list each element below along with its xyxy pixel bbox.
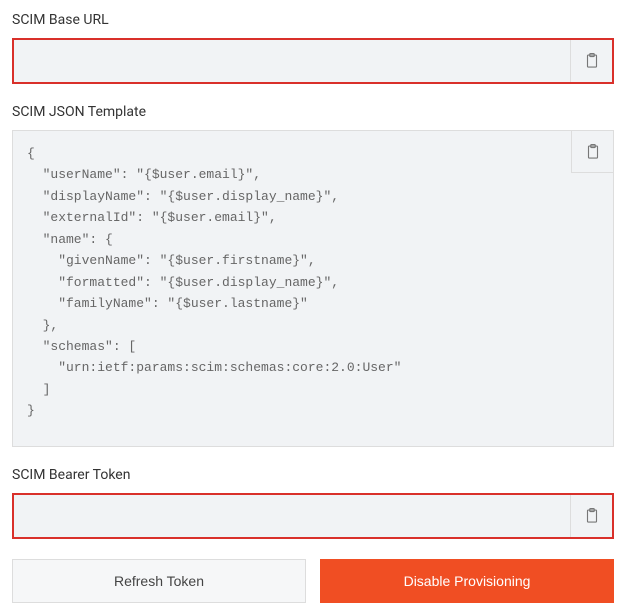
scim-bearer-token-input[interactable]: [14, 495, 570, 537]
copy-base-url-button[interactable]: [570, 40, 612, 82]
action-button-row: Refresh Token Disable Provisioning: [12, 559, 614, 603]
clipboard-icon: [583, 507, 601, 525]
scim-json-template-label: SCIM JSON Template: [12, 104, 614, 120]
scim-json-template-box: { "userName": "{$user.email}", "displayN…: [12, 130, 614, 447]
scim-json-template-group: SCIM JSON Template { "userName": "{$user…: [12, 104, 614, 447]
scim-bearer-token-label: SCIM Bearer Token: [12, 467, 614, 483]
horizontal-scrollbar[interactable]: [19, 430, 607, 442]
copy-json-template-button[interactable]: [571, 131, 613, 173]
scim-bearer-token-input-wrap: [12, 493, 614, 539]
clipboard-icon: [584, 143, 602, 161]
scim-bearer-token-group: SCIM Bearer Token: [12, 467, 614, 539]
refresh-token-button[interactable]: Refresh Token: [12, 559, 306, 603]
clipboard-icon: [583, 52, 601, 70]
scim-base-url-input-wrap: [12, 38, 614, 84]
scim-json-template-content[interactable]: { "userName": "{$user.email}", "displayN…: [13, 131, 613, 430]
scim-base-url-group: SCIM Base URL: [12, 12, 614, 84]
scim-base-url-input[interactable]: [14, 40, 570, 82]
copy-bearer-token-button[interactable]: [570, 495, 612, 537]
disable-provisioning-button[interactable]: Disable Provisioning: [320, 559, 614, 603]
scim-base-url-label: SCIM Base URL: [12, 12, 614, 28]
